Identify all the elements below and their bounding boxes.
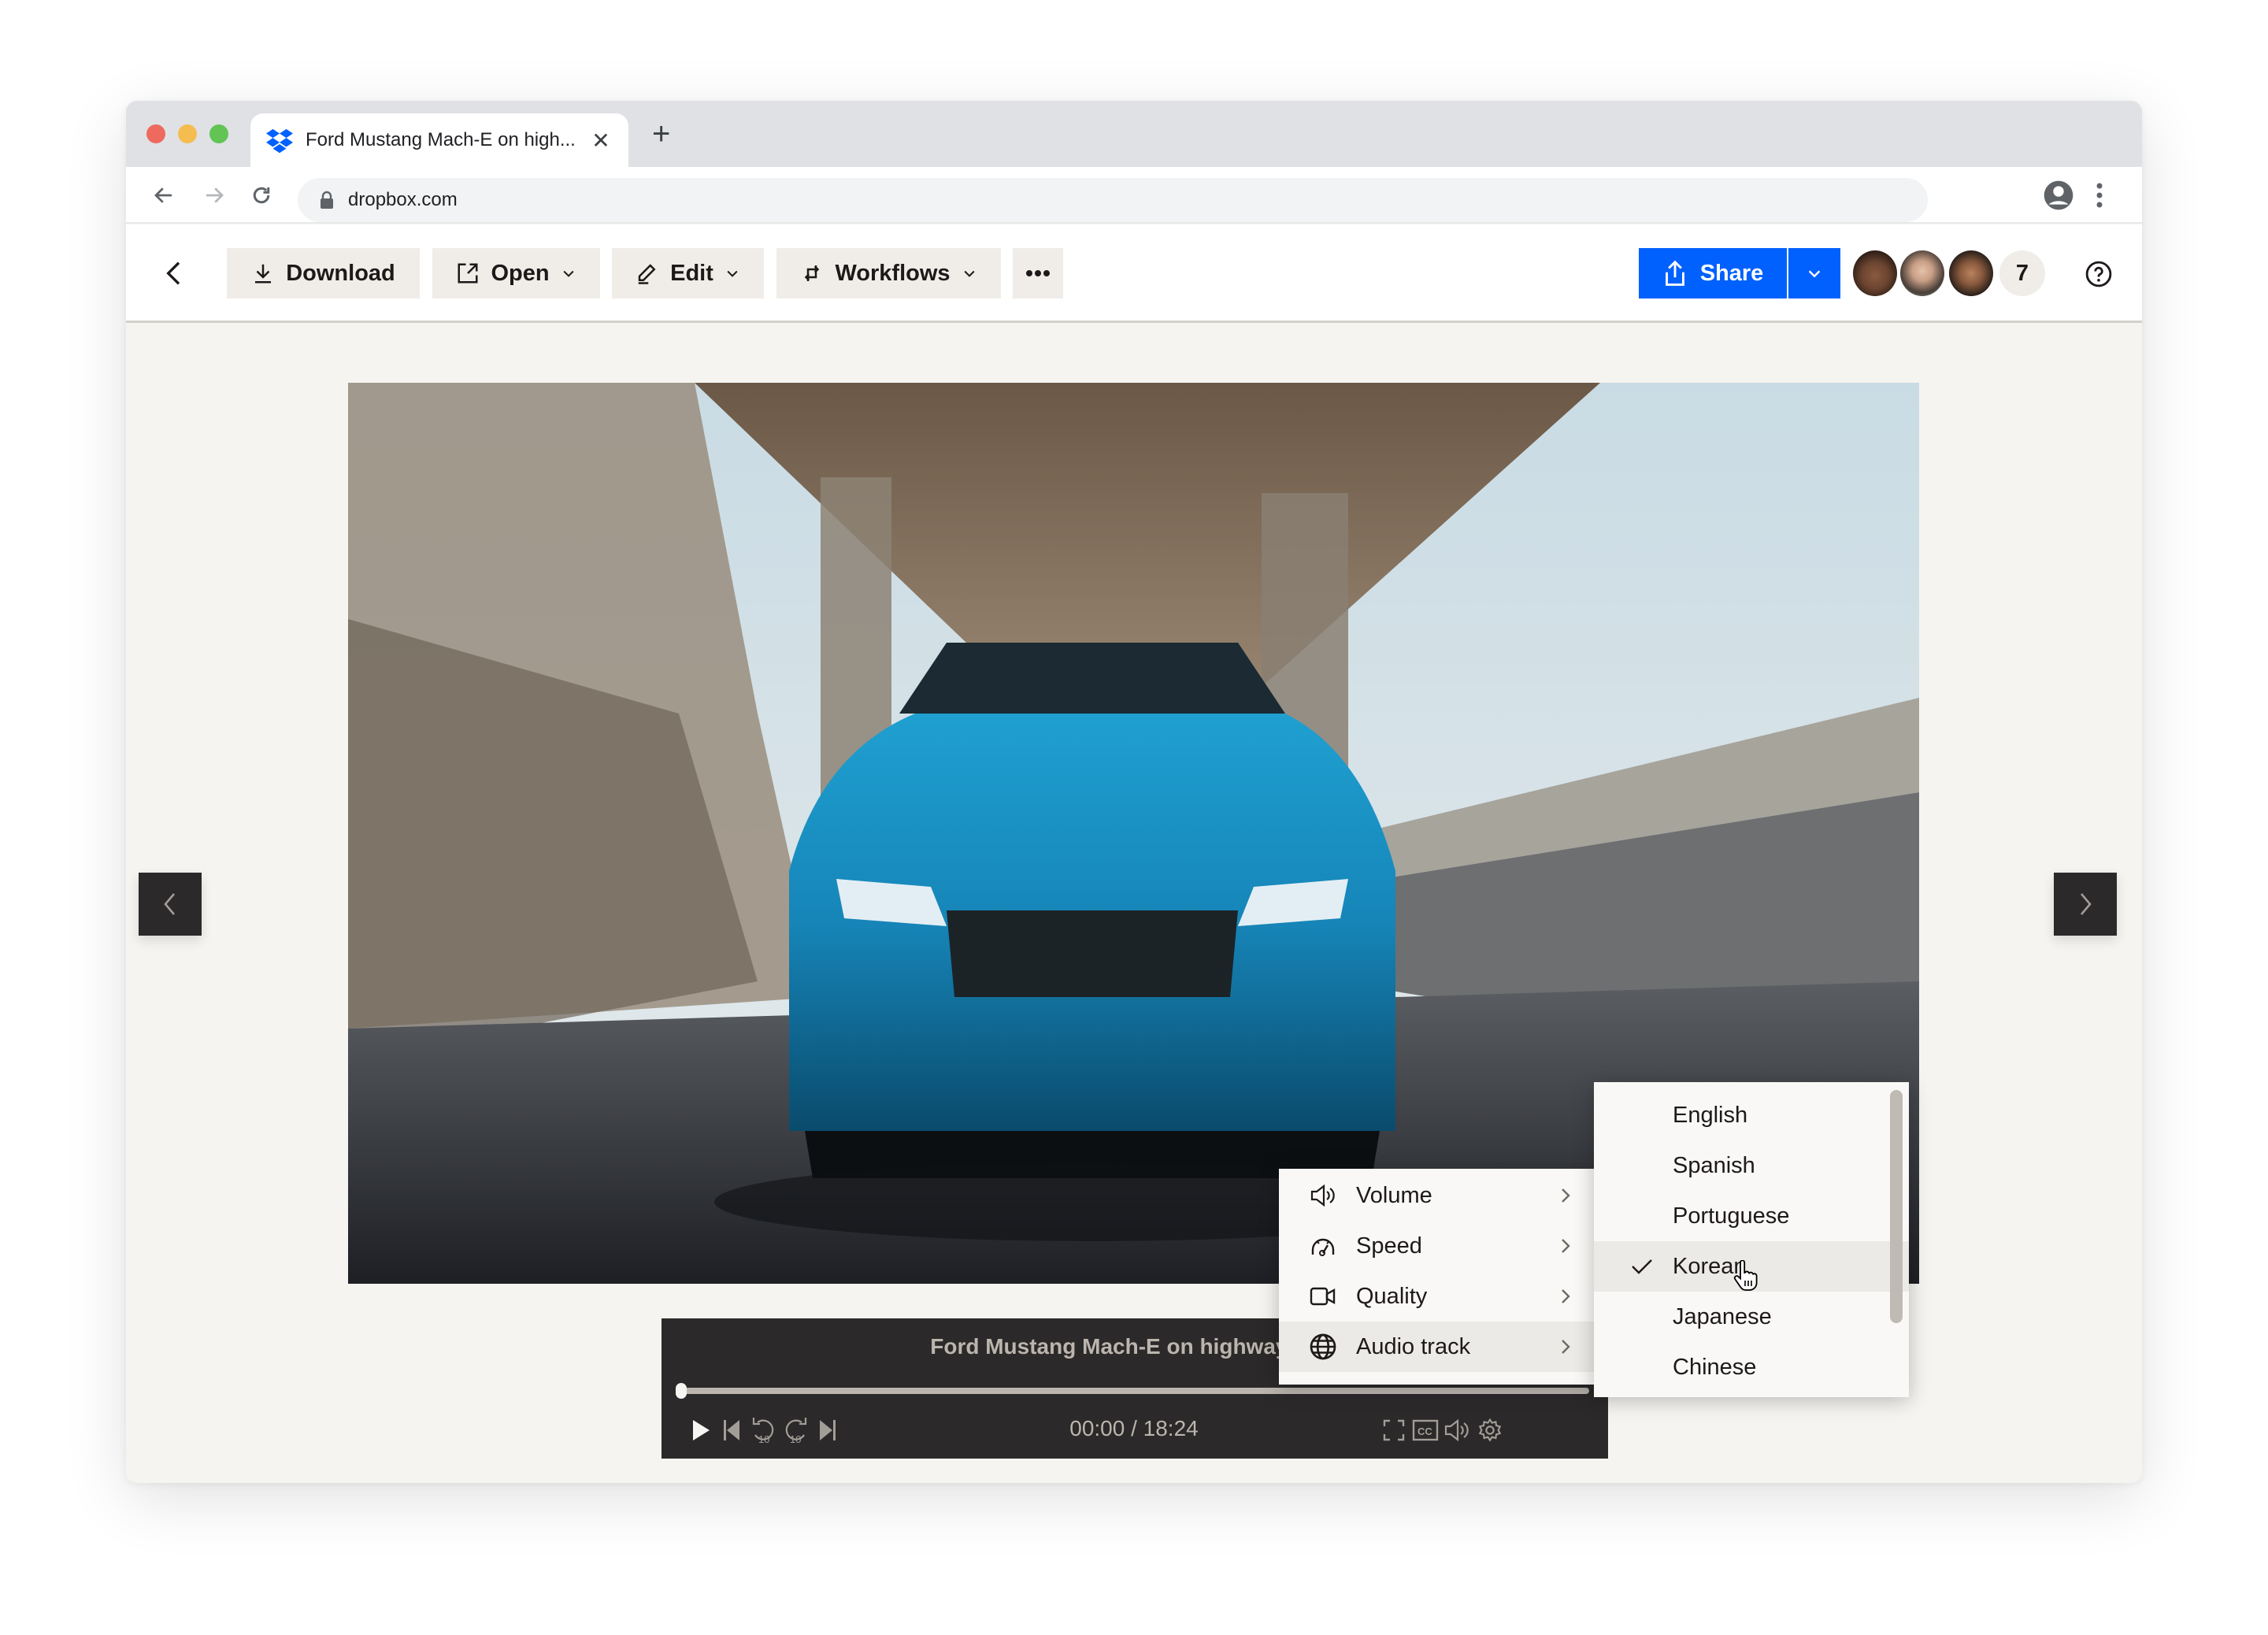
submenu-scrollbar[interactable] (1890, 1090, 1903, 1323)
audio-option-japanese[interactable]: Japanese (1594, 1292, 1909, 1342)
audio-option-chinese[interactable]: Chinese (1594, 1342, 1909, 1392)
forward-10-icon[interactable]: 10 (780, 1414, 811, 1446)
more-horizontal-icon (1026, 270, 1050, 276)
menu-item-quality[interactable]: Quality (1279, 1271, 1595, 1322)
audio-option-label: Japanese (1673, 1303, 1772, 1329)
avatar[interactable] (1947, 248, 1996, 298)
more-button[interactable] (1013, 248, 1063, 298)
reload-icon[interactable] (244, 178, 279, 213)
svg-text:10: 10 (790, 1433, 801, 1445)
progress-handle[interactable] (676, 1383, 687, 1399)
share-button[interactable]: Share (1639, 248, 1787, 298)
chevron-right-icon (1562, 1188, 1570, 1203)
address-bar[interactable]: dropbox.com (298, 178, 1928, 222)
chevron-down-icon (1808, 270, 1821, 278)
maximize-window-button[interactable] (209, 124, 228, 143)
edit-label: Edit (670, 260, 713, 286)
share-options-button[interactable] (1788, 248, 1840, 298)
download-button[interactable]: Download (227, 248, 420, 298)
skip-next-icon[interactable] (811, 1414, 843, 1446)
chevron-right-icon (1562, 1340, 1570, 1354)
tab-title: Ford Mustang Mach-E on high... (306, 129, 576, 150)
chevron-right-icon (2081, 893, 2092, 915)
download-label: Download (286, 260, 395, 286)
menu-item-label: Audio track (1356, 1333, 1471, 1359)
audio-option-english[interactable]: English (1594, 1090, 1909, 1140)
speedometer-icon (1307, 1230, 1339, 1262)
browser-tab[interactable]: Ford Mustang Mach-E on high... ✕ (250, 113, 628, 167)
globe-icon (1307, 1331, 1339, 1362)
next-file-button[interactable] (2054, 873, 2117, 936)
browser-window: Ford Mustang Mach-E on high... ✕ + dropb… (126, 101, 2142, 1483)
workflows-button[interactable]: Workflows (776, 248, 1001, 298)
progress-bar[interactable] (676, 1383, 1589, 1399)
checkmark-icon (1632, 1259, 1652, 1274)
arrow-right-icon[interactable] (197, 178, 232, 213)
settings-icon[interactable] (1474, 1414, 1506, 1446)
share-label: Share (1699, 260, 1764, 286)
audio-option-label: Spanish (1673, 1152, 1755, 1178)
open-button[interactable]: Open (432, 248, 600, 298)
help-icon[interactable] (2085, 261, 2112, 287)
kebab-icon[interactable] (2092, 180, 2107, 211)
closed-captions-icon[interactable]: CC (1410, 1414, 1441, 1446)
svg-text:CC: CC (1418, 1426, 1432, 1437)
audio-option-label: Portuguese (1673, 1203, 1790, 1229)
audio-option-portuguese[interactable]: Portuguese (1594, 1191, 1909, 1241)
menu-item-volume[interactable]: Volume (1279, 1170, 1595, 1221)
avatar[interactable] (1898, 248, 1947, 298)
video-camera-icon (1307, 1281, 1339, 1312)
previous-file-button[interactable] (139, 873, 202, 936)
address-row: dropbox.com (126, 167, 2142, 224)
volume-icon[interactable] (1441, 1414, 1473, 1446)
play-icon[interactable] (685, 1414, 717, 1446)
share-icon (1665, 260, 1684, 286)
chevron-right-icon (1562, 1239, 1570, 1253)
chevron-down-icon (563, 270, 574, 277)
collaborator-count[interactable]: 7 (1997, 248, 2048, 298)
close-icon[interactable]: ✕ (589, 128, 613, 154)
url-text: dropbox.com (348, 189, 458, 210)
pencil-icon (638, 264, 656, 284)
menu-item-audio-track[interactable]: Audio track (1279, 1322, 1595, 1372)
lock-icon (321, 191, 333, 209)
profile-icon[interactable] (2043, 180, 2074, 211)
settings-menu: Volume Speed Quality Audio track (1279, 1169, 1595, 1385)
chevron-down-icon (727, 270, 738, 277)
time-display: 00:00 / 18:24 (1069, 1416, 1199, 1440)
audio-option-label: English (1673, 1102, 1748, 1128)
menu-item-speed[interactable]: Speed (1279, 1221, 1595, 1271)
skip-previous-icon[interactable] (717, 1414, 748, 1446)
audio-option-spanish[interactable]: Spanish (1594, 1140, 1909, 1191)
download-icon (255, 264, 272, 284)
edit-button[interactable]: Edit (612, 248, 764, 298)
chevron-left-icon (164, 893, 175, 915)
hand-cursor-icon (1733, 1260, 1758, 1291)
audio-track-menu: English Spanish Portuguese Korean Japane… (1594, 1082, 1909, 1397)
plus-icon[interactable]: + (652, 117, 670, 151)
chevron-right-icon (1562, 1289, 1570, 1303)
close-window-button[interactable] (146, 124, 165, 143)
chevron-left-icon[interactable] (159, 258, 191, 289)
chevron-down-icon (964, 270, 975, 277)
fullscreen-icon[interactable] (1378, 1414, 1410, 1446)
open-label: Open (491, 260, 550, 286)
arrow-left-icon[interactable] (146, 178, 181, 213)
file-toolbar: Download Open Edit Workflows Share 7 (126, 224, 2142, 323)
rewind-10-icon[interactable]: 10 (748, 1414, 780, 1446)
tab-bar: Ford Mustang Mach-E on high... ✕ + (126, 101, 2142, 167)
menu-item-label: Quality (1356, 1283, 1428, 1309)
avatar[interactable] (1851, 248, 1899, 298)
dropbox-icon (266, 128, 293, 154)
volume-icon (1307, 1180, 1339, 1211)
open-external-icon (458, 263, 478, 284)
workflows-icon (805, 265, 820, 281)
svg-text:10: 10 (758, 1433, 769, 1445)
menu-item-label: Volume (1356, 1182, 1432, 1208)
workflows-label: Workflows (835, 260, 951, 286)
menu-item-label: Speed (1356, 1233, 1422, 1259)
audio-option-label: Chinese (1673, 1354, 1757, 1380)
minimize-window-button[interactable] (178, 124, 197, 143)
